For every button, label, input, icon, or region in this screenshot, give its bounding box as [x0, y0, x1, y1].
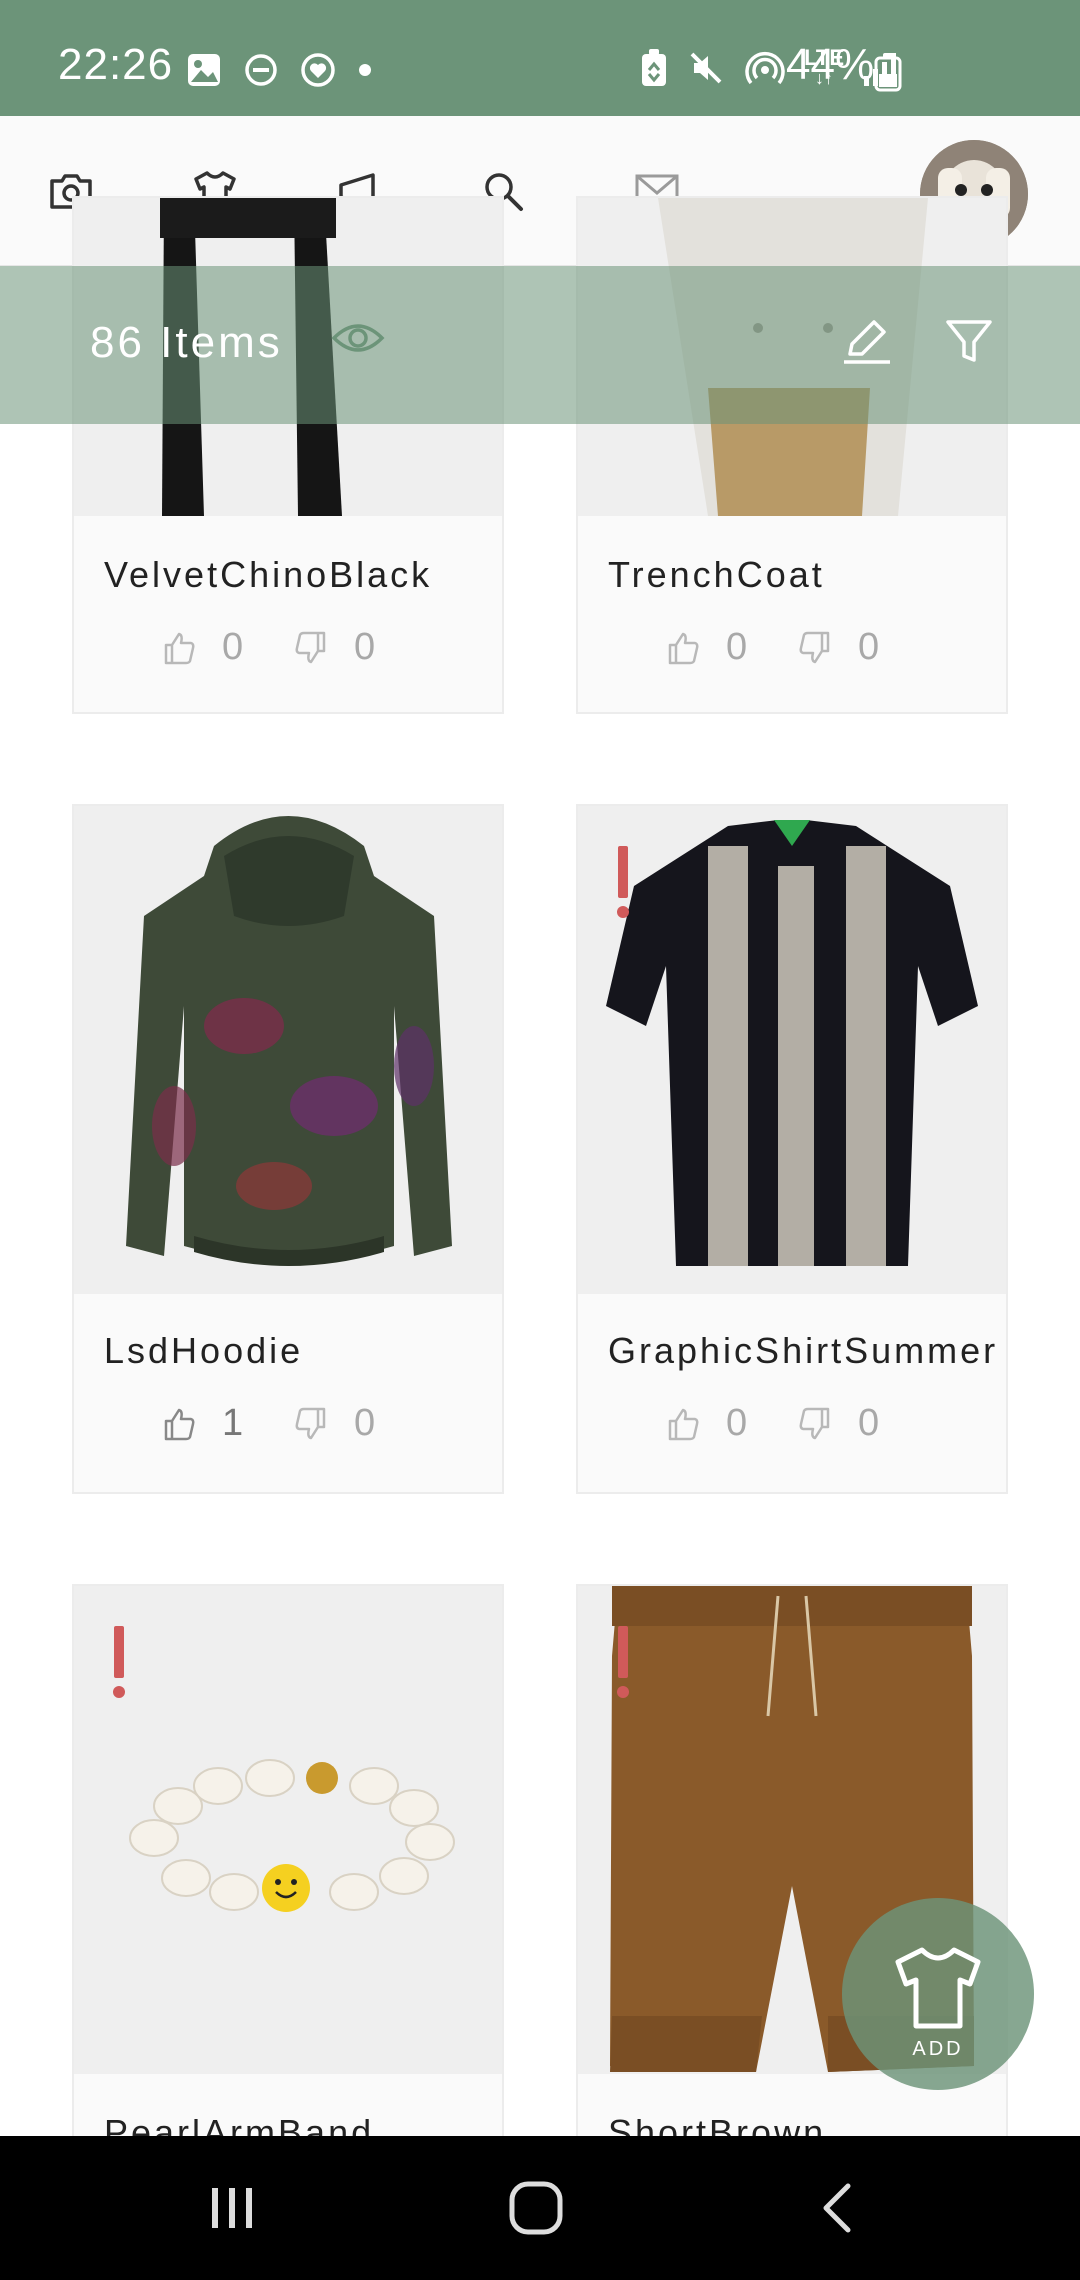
items-count: 86 Items [90, 318, 283, 367]
thumbs-down-icon[interactable] [294, 1407, 328, 1441]
item-photo [129, 1759, 455, 1912]
likes-count: 1 [222, 1402, 244, 1444]
item-name: LsdHoodie [104, 1330, 304, 1371]
dislikes-count: 0 [858, 1402, 880, 1444]
status-time: 22:26 [58, 40, 174, 89]
battery-saver-icon [642, 49, 667, 86]
recents-icon[interactable] [206, 2182, 258, 2234]
gallery-icon [188, 54, 220, 86]
item-image[interactable] [74, 1586, 502, 2074]
thumbs-up-icon[interactable] [162, 631, 196, 665]
thumbs-up-icon[interactable] [666, 1407, 700, 1441]
item-image[interactable] [74, 806, 502, 1294]
vote-row: 0 0 [666, 626, 930, 669]
add-label: ADD [912, 2038, 964, 2060]
back-icon[interactable] [818, 2182, 858, 2234]
alert-icon [617, 846, 629, 918]
notification-icons [186, 52, 372, 88]
item-photo [126, 816, 452, 1266]
dnd-icon [245, 54, 277, 86]
vote-row: 1 0 [162, 1402, 426, 1445]
item-name: VelvetChinoBlack [104, 554, 433, 595]
dot-icon [359, 64, 371, 76]
edit-icon[interactable] [842, 316, 892, 366]
eye-icon[interactable] [330, 318, 386, 358]
item-name: GraphicShirtSummer [608, 1330, 999, 1371]
item-card[interactable]: GraphicShirtSummer 0 0 [576, 804, 1008, 1494]
hotspot-icon [745, 52, 785, 85]
item-photo [606, 820, 978, 1266]
item-name: TrenchCoat [608, 554, 825, 595]
battery-percent: 44% [786, 40, 875, 89]
likes-count: 0 [222, 626, 244, 668]
vote-row: 0 0 [162, 626, 426, 669]
likes-count: 0 [726, 1402, 748, 1444]
item-image[interactable] [578, 806, 1006, 1294]
mute-icon [690, 52, 722, 84]
heart-badge-icon [301, 53, 335, 87]
tshirt-icon [895, 1947, 981, 2029]
item-card[interactable]: LsdHoodie 1 0 [72, 804, 504, 1494]
dislikes-count: 0 [354, 626, 376, 668]
home-icon[interactable] [508, 2180, 564, 2236]
filter-icon[interactable] [944, 316, 994, 366]
battery-icon [874, 53, 902, 92]
thumbs-down-icon[interactable] [798, 631, 832, 665]
add-item-button[interactable]: ADD [842, 1898, 1034, 2090]
thumbs-down-icon[interactable] [294, 631, 328, 665]
vote-row: 0 0 [666, 1402, 930, 1445]
alert-icon [113, 1626, 125, 1698]
item-card[interactable]: PearlArmBand [72, 1584, 504, 2204]
thumbs-down-icon[interactable] [798, 1407, 832, 1441]
dislikes-count: 0 [858, 626, 880, 668]
likes-count: 0 [726, 626, 748, 668]
status-bar: 22:26 LTE ↓↑ 44% [0, 0, 1080, 116]
alert-icon [617, 1626, 629, 1698]
thumbs-up-icon[interactable] [162, 1407, 196, 1441]
item-card[interactable]: ShortBrown [576, 1584, 1008, 2204]
filter-bar: 86 Items [0, 266, 1080, 424]
system-nav-bar [0, 2136, 1080, 2280]
dislikes-count: 0 [354, 1402, 376, 1444]
screen: 22:26 LTE ↓↑ 44% 86 Items VelvetChinoBla… [0, 0, 1080, 2280]
thumbs-up-icon[interactable] [666, 631, 700, 665]
